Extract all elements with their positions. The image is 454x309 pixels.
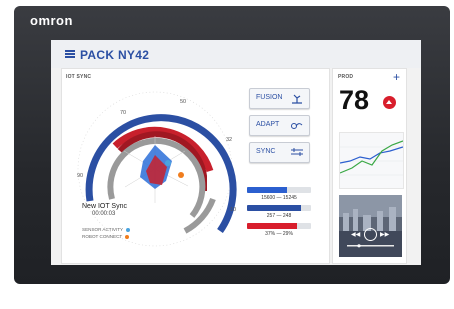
legend-robot: ROBOT CONNECT (82, 234, 130, 239)
legend-sensor: SENSOR ACTIVITY (82, 227, 131, 232)
sensor-dot-icon (126, 227, 131, 232)
sync-info: New IOT Sync 00:00:03 (82, 203, 127, 217)
robot-dot (178, 172, 184, 178)
alert-up-icon (383, 96, 396, 109)
brand-logo: omron (30, 13, 73, 28)
progress-fill-1 (247, 187, 287, 193)
progress-text-2: 257 — 248 (266, 213, 292, 219)
adapt-button[interactable]: ADAPT (249, 115, 310, 136)
progress-text-3: 37% — 29% (265, 231, 293, 237)
progress-bar-3 (247, 223, 311, 229)
prod-label: PROD (338, 74, 354, 80)
robot-dot-icon (125, 234, 130, 239)
hmi-screen: PACK NY42 IOT SYNC 70 50 32 90 10 New IO… (51, 40, 421, 265)
sync-button[interactable]: SYNC (249, 142, 310, 163)
legend-sensor-label: SENSOR ACTIVITY (82, 227, 124, 232)
progress-fill-3 (247, 223, 297, 229)
rewind-icon[interactable]: ◀◀ (351, 231, 360, 238)
trend-lines (339, 140, 404, 176)
fusion-label: FUSION (256, 94, 283, 101)
prod-panel: PROD + 78 ◀◀ ▶▶ (332, 68, 407, 264)
progress-text-1: 15600 — 15245 (261, 195, 297, 201)
sync-label: SYNC (256, 148, 276, 155)
gauge-tick-90: 90 (77, 173, 83, 179)
trend-line-blue (339, 146, 404, 164)
page-title: PACK NY42 (80, 48, 150, 62)
gauge-tick-70: 70 (120, 110, 126, 116)
legend-robot-label: ROBOT CONNECT (82, 234, 123, 239)
factory-image (339, 195, 402, 257)
progress-bar-2 (247, 205, 311, 211)
progress-fill-2 (247, 205, 301, 211)
sync-time: 00:00:03 (92, 211, 116, 217)
prod-value: 78 (339, 85, 370, 115)
trend-chart (339, 132, 404, 189)
gauge-tick-32: 32 (226, 137, 232, 143)
iot-sync-panel: IOT SYNC 70 50 32 90 10 New IOT Sync 00:… (61, 68, 330, 264)
top-bar: PACK NY42 (51, 40, 421, 68)
fusion-button[interactable]: FUSION (249, 88, 310, 109)
play-icon[interactable] (364, 228, 377, 241)
video-player[interactable]: ◀◀ ▶▶ (339, 195, 402, 257)
adapt-label: ADAPT (256, 121, 280, 128)
plus-icon[interactable]: + (393, 70, 400, 84)
section-label: IOT SYNC (66, 74, 92, 80)
menu-icon[interactable] (65, 50, 75, 58)
robot-arm-icon (292, 94, 302, 104)
progress-bar-1 (247, 187, 311, 193)
gauge-tick-50: 50 (180, 99, 186, 105)
fast-forward-icon[interactable]: ▶▶ (380, 231, 389, 238)
gauge-tick-10: 10 (230, 207, 236, 213)
trend-line-green (339, 140, 404, 174)
adapt-icon (291, 123, 303, 129)
sensor-dot (165, 160, 171, 166)
sync-icon (291, 148, 303, 156)
sync-name: New IOT Sync (82, 203, 127, 210)
